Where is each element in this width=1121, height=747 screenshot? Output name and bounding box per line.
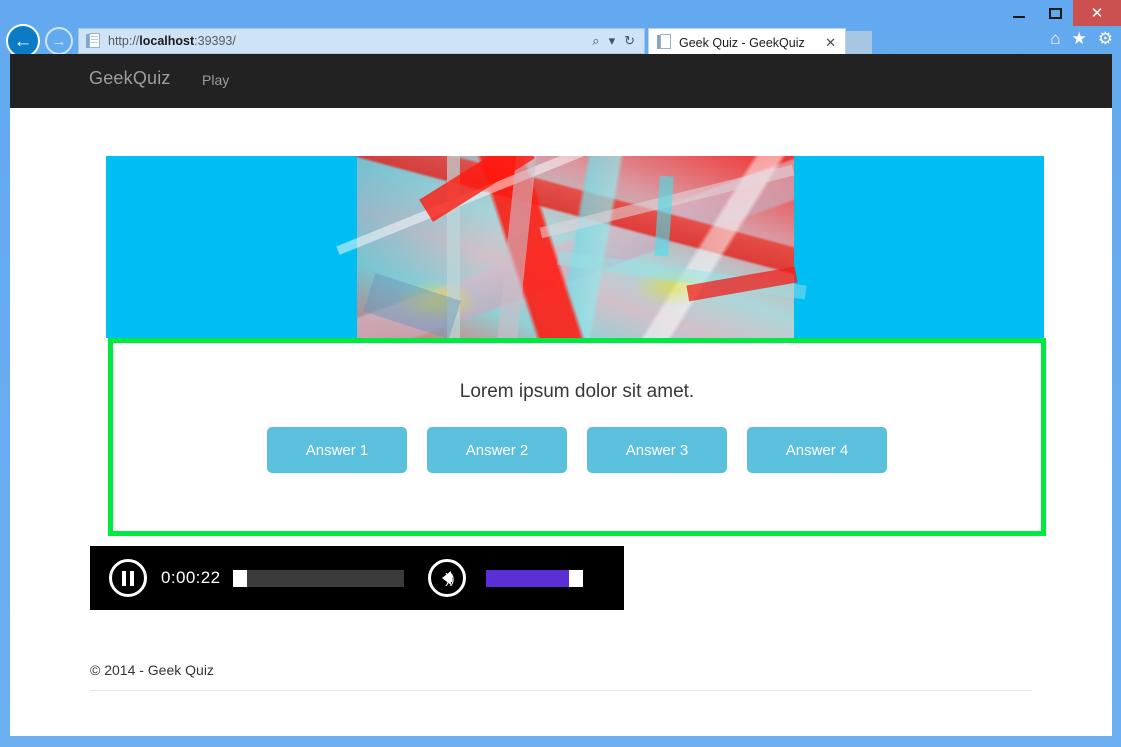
page-viewport: GeekQuiz Play Lorem ipsum dolor sit amet… <box>10 54 1112 736</box>
volume-slider[interactable] <box>485 569 583 587</box>
media-controls-bar: 0:00:22 )) <box>90 546 624 610</box>
pause-icon-bar-left <box>122 570 126 586</box>
site-brand[interactable]: GeekQuiz <box>89 68 171 89</box>
quiz-panel: Lorem ipsum dolor sit amet. Answer 1 Ans… <box>108 338 1046 536</box>
current-time-label: 0:00:22 <box>161 568 221 587</box>
quiz-question: Lorem ipsum dolor sit amet. <box>459 381 695 402</box>
maximize-icon <box>1048 7 1062 19</box>
volume-fill <box>485 569 569 587</box>
forward-button[interactable]: → <box>45 27 73 55</box>
browser-toolbar-icons: ⌂ ★ ⚙ <box>1050 30 1113 47</box>
pause-icon-bar-right <box>130 570 134 586</box>
nav-item-play[interactable]: Play <box>202 72 229 88</box>
title-bar: ✕ <box>0 0 1121 26</box>
window-controls: ✕ <box>1001 0 1121 26</box>
back-button[interactable]: ← <box>6 24 40 58</box>
footer-copyright: © 2014 - Geek Quiz <box>90 662 214 678</box>
tab-title: Geek Quiz - GeekQuiz <box>679 35 805 50</box>
volume-button[interactable]: )) <box>427 559 466 597</box>
search-icon[interactable]: ⌕ <box>592 33 599 49</box>
gear-icon[interactable]: ⚙ <box>1098 30 1113 47</box>
address-bar-url: http://localhost:39393/ <box>108 34 236 48</box>
home-icon[interactable]: ⌂ <box>1050 30 1060 47</box>
close-icon: ✕ <box>1090 4 1104 22</box>
site-navbar: GeekQuiz Play <box>10 54 1112 108</box>
minimize-icon <box>1013 16 1025 18</box>
forward-arrow-icon: → <box>51 32 67 50</box>
seek-thumb[interactable] <box>232 569 247 587</box>
favorites-star-icon[interactable]: ★ <box>1072 30 1087 47</box>
tab-close-icon[interactable]: ✕ <box>822 35 839 51</box>
browser-window: ✕ ← → http://localhost:39393/ ⌕ ▾ ↻ Geek… <box>0 0 1121 747</box>
video-stage[interactable] <box>106 156 1044 338</box>
minimize-button[interactable] <box>1001 0 1037 26</box>
seek-slider[interactable] <box>232 569 404 587</box>
page-favicon-icon <box>86 32 101 50</box>
address-bar-actions: ⌕ ▾ ↻ <box>592 33 640 49</box>
tab-favicon-icon <box>657 34 672 51</box>
footer-divider <box>90 690 1032 691</box>
maximize-button[interactable] <box>1037 0 1073 26</box>
answer-button-2[interactable]: Answer 2 <box>427 427 567 473</box>
answer-button-4[interactable]: Answer 4 <box>747 427 887 473</box>
address-bar[interactable]: http://localhost:39393/ ⌕ ▾ ↻ <box>78 28 645 54</box>
abstract-paint-artwork <box>336 156 807 338</box>
refresh-icon[interactable]: ↻ <box>624 33 635 49</box>
answer-button-1[interactable]: Answer 1 <box>267 427 407 473</box>
pause-button[interactable] <box>109 559 147 597</box>
browser-tab[interactable]: Geek Quiz - GeekQuiz ✕ <box>648 28 846 56</box>
sound-wave-icon: )) <box>445 570 455 586</box>
new-tab-button[interactable] <box>846 31 872 56</box>
back-arrow-icon: ← <box>13 30 33 52</box>
answer-button-group: Answer 1 Answer 2 Answer 3 Answer 4 <box>113 427 1041 473</box>
answer-button-3[interactable]: Answer 3 <box>587 427 727 473</box>
close-button[interactable]: ✕ <box>1073 0 1121 26</box>
chevron-down-icon[interactable]: ▾ <box>609 33 616 49</box>
